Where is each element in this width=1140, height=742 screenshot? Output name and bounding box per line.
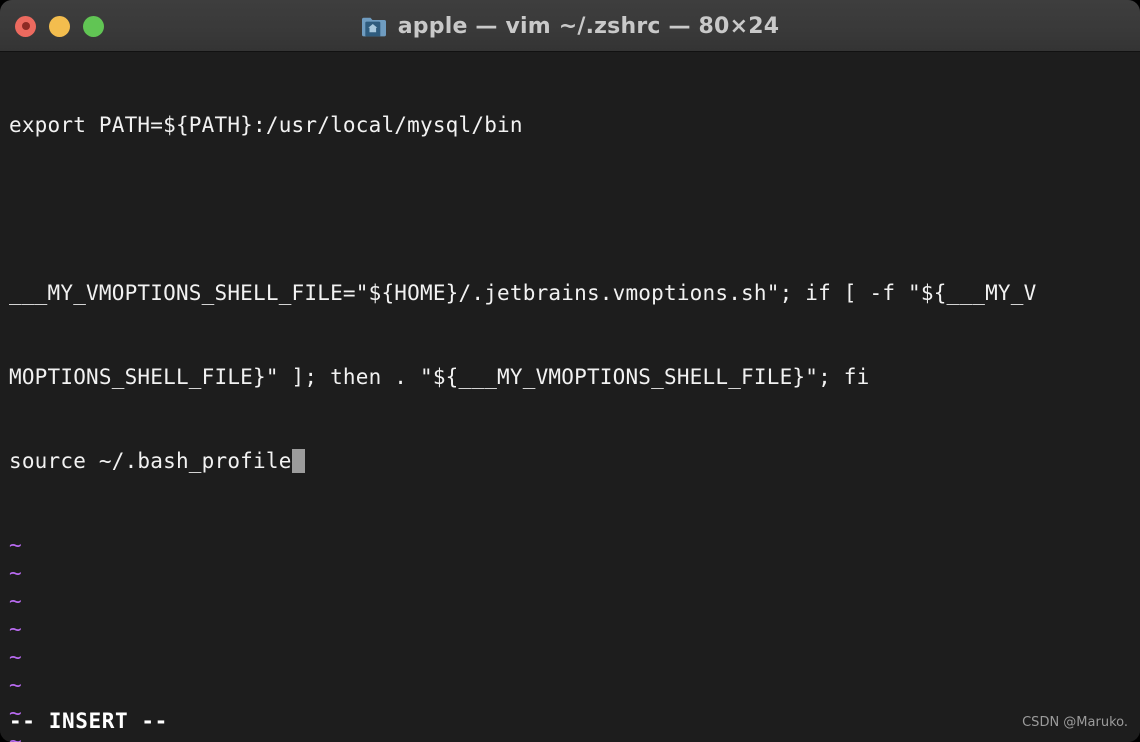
empty-line-marker: ~: [9, 729, 22, 742]
terminal-body[interactable]: export PATH=${PATH}:/usr/local/mysql/bin…: [0, 52, 1140, 742]
unsaved-indicator-dot: [21, 22, 30, 30]
maximize-button[interactable]: [83, 15, 104, 37]
empty-line-marker: ~: [9, 533, 22, 557]
buffer-line: MOPTIONS_SHELL_FILE}" ]; then . "${___MY…: [9, 365, 870, 389]
empty-line-marker: ~: [9, 673, 22, 697]
terminal-window: apple — vim ~/.zshrc — 80×24 export PATH…: [0, 0, 1140, 742]
empty-line-markers: ~~~~~~~~~~~~~~~~~~: [9, 531, 1140, 742]
empty-line-marker: ~: [9, 701, 22, 725]
close-button[interactable]: [15, 15, 36, 37]
watermark-text: CSDN @Maruko.: [1022, 715, 1128, 730]
vim-buffer[interactable]: export PATH=${PATH}:/usr/local/mysql/bin…: [9, 55, 1140, 742]
buffer-line: export PATH=${PATH}:/usr/local/mysql/bin: [9, 113, 523, 137]
empty-line-marker: ~: [9, 617, 22, 641]
window-controls: [15, 0, 104, 52]
minimize-button[interactable]: [49, 15, 70, 37]
buffer-line-with-cursor: source ~/.bash_profile: [9, 447, 1140, 475]
home-folder-icon: [361, 15, 387, 38]
buffer-line: ___MY_VMOPTIONS_SHELL_FILE="${HOME}/.jet…: [9, 281, 1037, 305]
window-title-group: apple — vim ~/.zshrc — 80×24: [0, 0, 1140, 52]
window-title-text: apple — vim ~/.zshrc — 80×24: [397, 13, 780, 39]
buffer-line-text: source ~/.bash_profile: [9, 449, 292, 473]
text-cursor: [291, 449, 305, 473]
vim-status-line: -- INSERT --: [9, 709, 168, 733]
buffer-line: [9, 195, 1140, 223]
empty-line-marker: ~: [9, 589, 22, 613]
empty-line-marker: ~: [9, 561, 22, 585]
window-titlebar[interactable]: apple — vim ~/.zshrc — 80×24: [0, 0, 1140, 52]
empty-line-marker: ~: [9, 645, 22, 669]
